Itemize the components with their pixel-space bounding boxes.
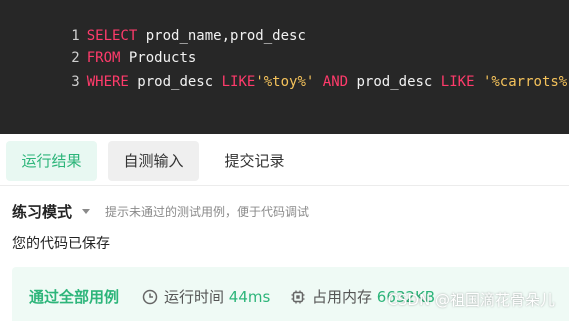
code-line-3[interactable]: 3 WHERE prod_desc LIKE'%toy%' AND prod_de… [0,49,569,90]
tab-submission-history[interactable]: 提交记录 [209,141,300,181]
tab-self-test-input[interactable]: 自测输入 [108,141,199,181]
watermark: CSDN @祖国滴花骨朵儿 [387,291,555,309]
runtime-label: 运行时间 [164,288,225,306]
code-text: WHERE prod_desc LIKE'%toy%' AND prod_des… [87,74,569,90]
sql-text: prod_desc [348,74,441,90]
mode-hint: 提示未通过的测试用例，便于代码调试 [105,205,310,219]
sql-keyword: LIKE [221,74,256,90]
sql-string: '%carrots%' [482,74,569,90]
divider [0,185,569,186]
clock-icon [142,289,158,310]
mode-label[interactable]: 练习模式 [12,201,72,223]
saved-message: 您的代码已保存 [12,236,110,252]
memory-label: 占用内存 [312,288,373,306]
line-number: 3 [71,74,80,90]
sql-text: prod_desc [128,74,222,90]
tab-run-result[interactable]: 运行结果 [6,141,97,181]
runtime-value: 44ms [228,288,271,306]
sql-keyword: WHERE [86,74,129,90]
sql-string: '%toy%' [255,74,315,90]
result-status: 通过全部用例 [29,288,120,306]
caret-down-icon[interactable] [82,209,90,214]
chip-icon [290,289,306,310]
code-editor[interactable]: 1 SELECT prod_name,prod_desc 2 FROM Produc… [0,0,569,134]
runtime-stat: 运行时间 44ms [142,287,282,307]
sql-keyword: AND [322,74,349,90]
code-line-1[interactable]: 1 SELECT prod_name,prod_desc [0,3,306,44]
code-line-2[interactable]: 2 FROM Products [0,25,196,66]
sql-keyword: LIKE [440,74,475,90]
